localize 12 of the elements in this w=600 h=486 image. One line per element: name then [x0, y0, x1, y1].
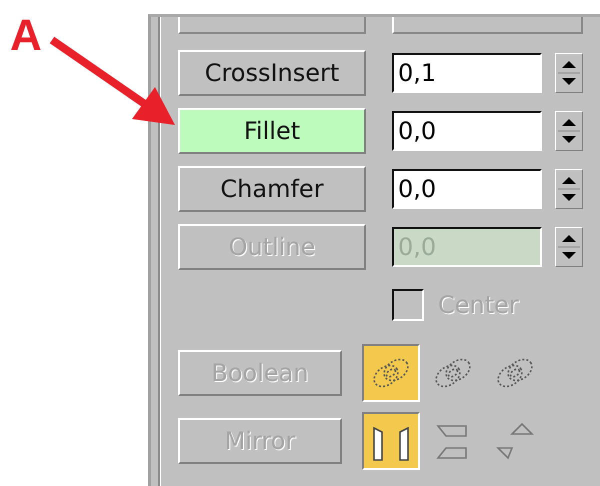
input-field[interactable]: 0,0	[392, 169, 542, 209]
tool-button[interactable]: CrossInsert	[178, 50, 366, 96]
checkbox-label: Center	[438, 291, 519, 319]
tool-button[interactable]: Chamfer	[178, 166, 366, 212]
spinner[interactable]	[555, 169, 583, 209]
spinner[interactable]	[555, 53, 583, 93]
spinner[interactable]	[555, 227, 583, 267]
annotation-label: A	[10, 14, 42, 58]
input-field[interactable]: 0,0	[392, 111, 542, 151]
tool-button[interactable]: Fillet	[178, 108, 366, 154]
spinner[interactable]	[555, 111, 583, 151]
input-field[interactable]: 0,1	[392, 53, 542, 93]
